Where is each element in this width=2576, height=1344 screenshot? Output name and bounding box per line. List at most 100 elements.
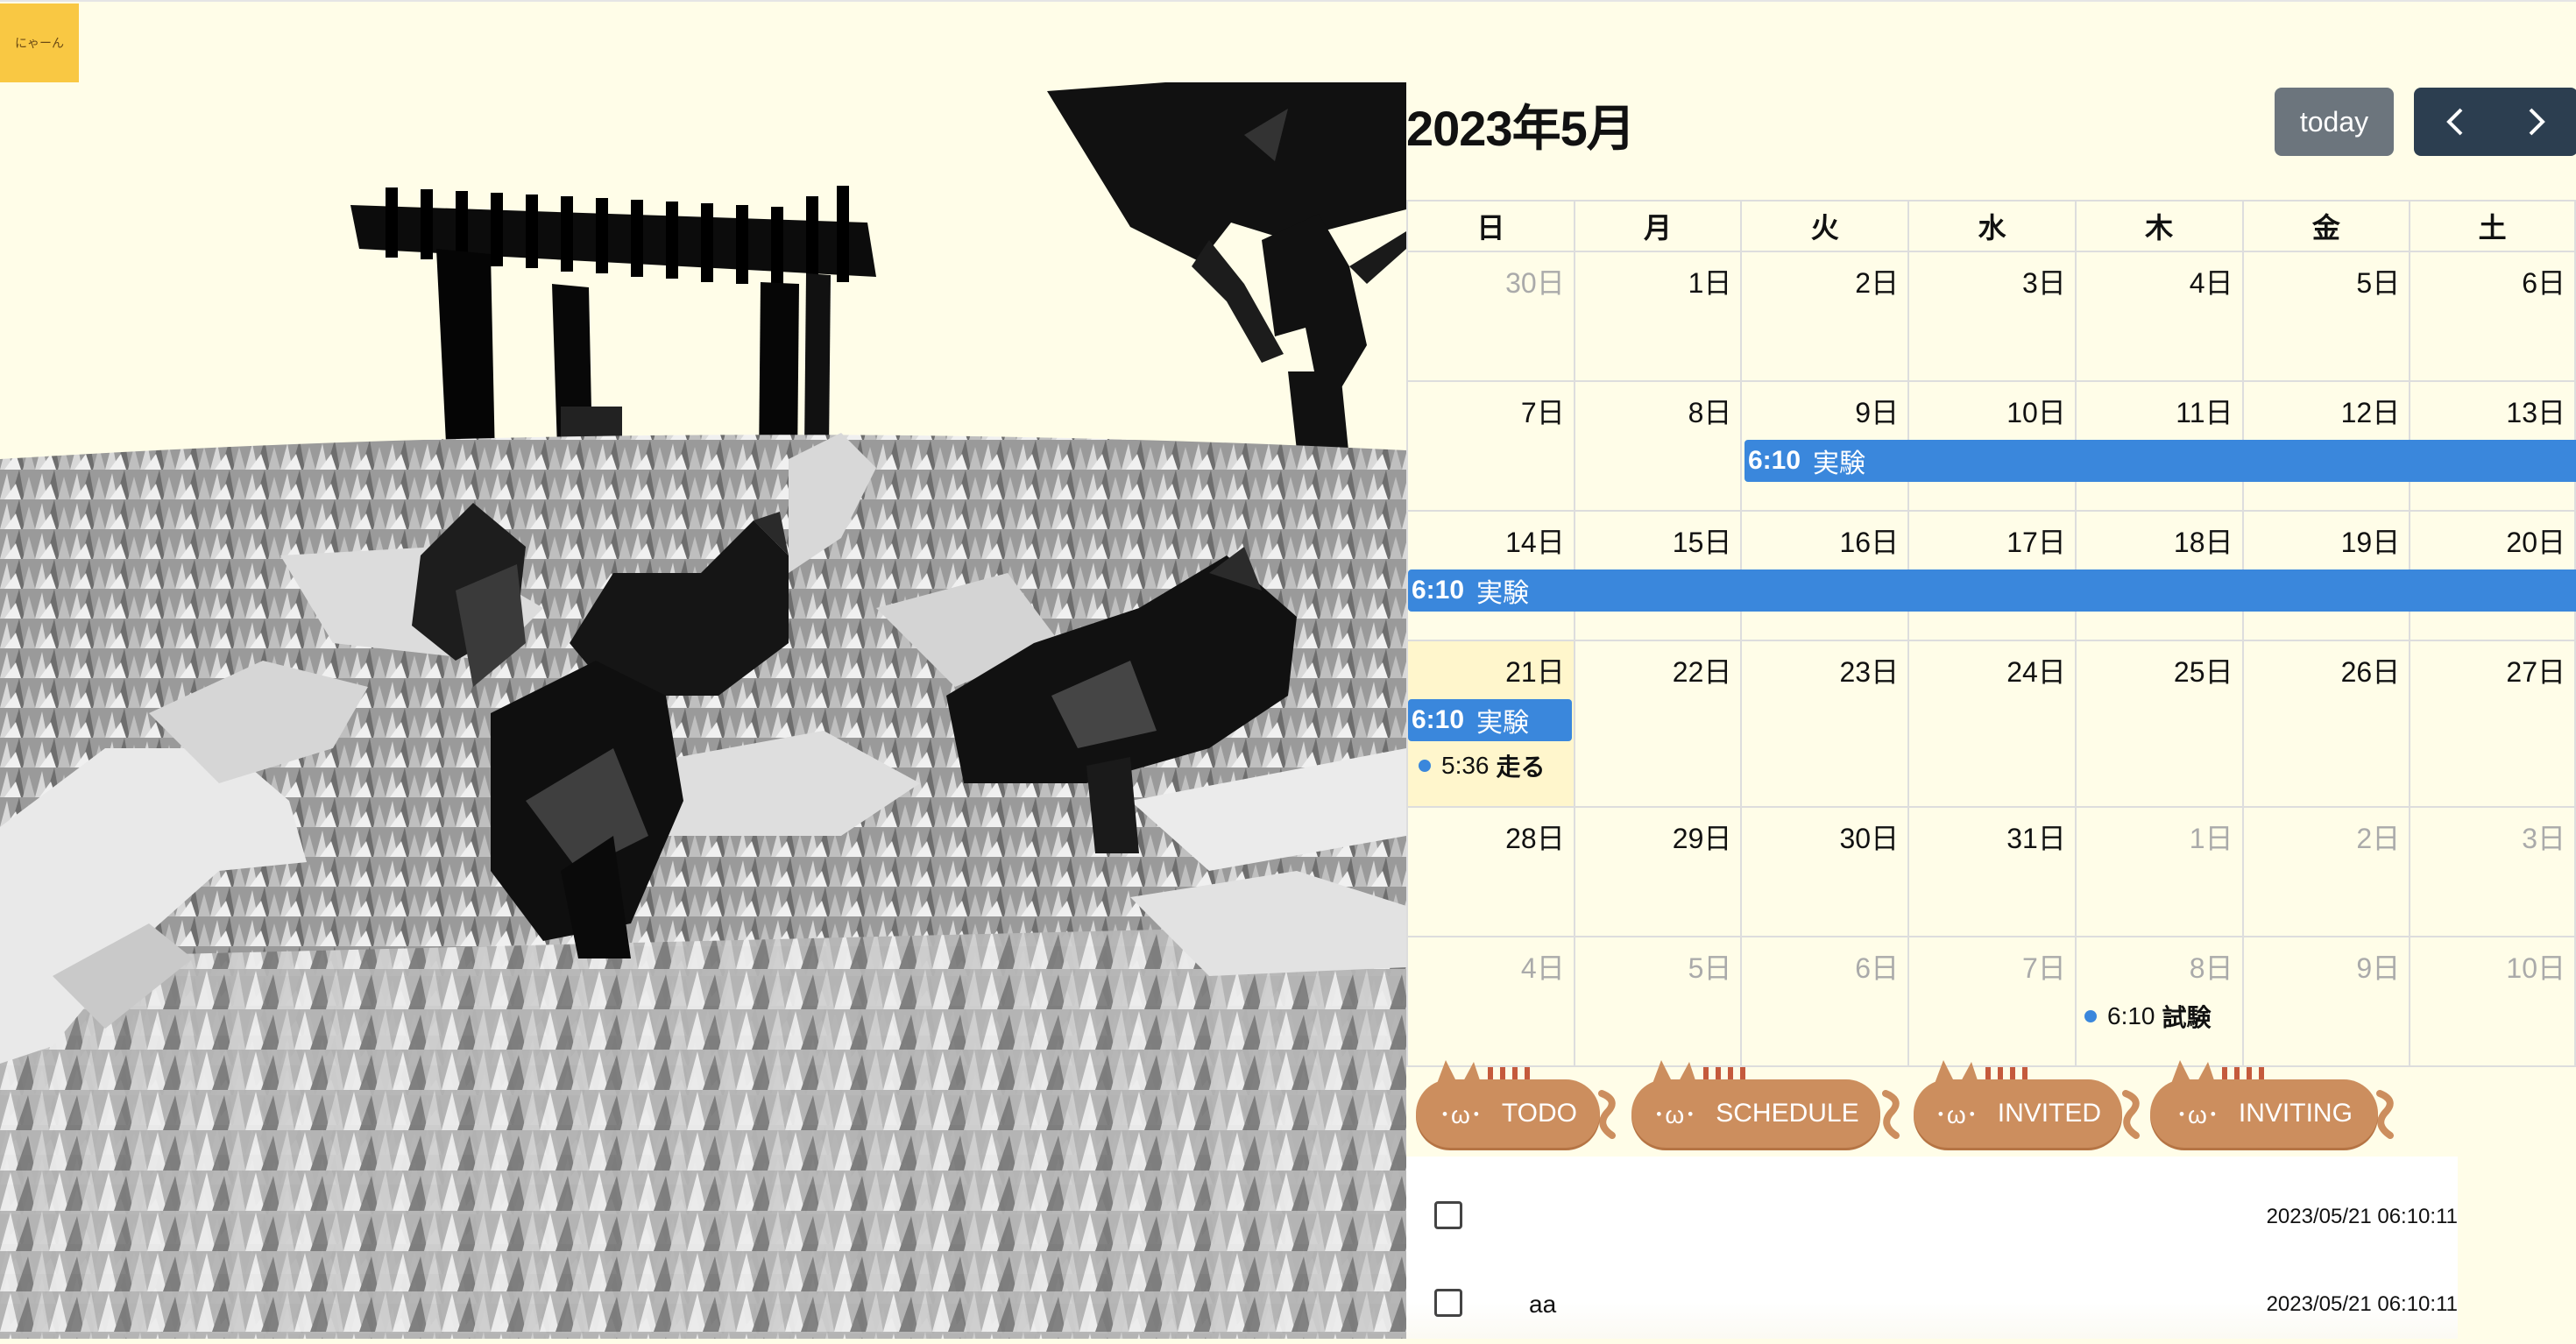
day-cell[interactable]: 31日 [1908, 807, 2076, 937]
day-number: 28日 [1408, 808, 1574, 857]
event-time: 5:36 [1441, 752, 1490, 780]
day-number: 2日 [1742, 252, 1907, 301]
day-cell[interactable]: 1日 [1575, 251, 1742, 381]
event-bar[interactable]: 6:10 実験 [1408, 569, 2576, 612]
3d-cat-scene[interactable] [0, 82, 1406, 1339]
event-time: 6:10 [1748, 446, 1801, 476]
day-number: 10日 [1909, 382, 2075, 431]
day-number: 11日 [2077, 382, 2242, 431]
day-cell[interactable]: 7日 [1407, 381, 1575, 511]
day-cell[interactable]: 7日 [1908, 937, 2076, 1066]
tab-label: INVITING [2239, 1099, 2353, 1128]
day-cell[interactable]: 10日 [2410, 937, 2575, 1066]
todo-checkbox[interactable] [1434, 1289, 1462, 1317]
day-number: 30日 [1742, 808, 1907, 857]
logo-button[interactable]: にゃーん [0, 4, 79, 82]
day-cell[interactable]: 4日 [2076, 251, 2243, 381]
day-cell[interactable]: 27日 [2410, 640, 2575, 807]
day-number: 29日 [1575, 808, 1741, 857]
weekday-header: 日 [1407, 201, 1575, 251]
next-month-button[interactable] [2496, 88, 2576, 156]
day-number: 27日 [2410, 641, 2574, 690]
day-cell[interactable]: 28日 [1407, 807, 1575, 937]
calendar-nav [2414, 88, 2576, 156]
event-bar[interactable]: 6:10 実験 [1744, 440, 2576, 482]
tab-inviting[interactable]: ･ω･ INVITING [2150, 1079, 2399, 1148]
weekday-header: 月 [1575, 201, 1742, 251]
day-number: 16日 [1742, 512, 1907, 561]
day-number: 4日 [2077, 252, 2242, 301]
weekday-header: 水 [1908, 201, 2076, 251]
day-cell[interactable]: 25日 [2076, 640, 2243, 807]
weekday-header: 火 [1741, 201, 1908, 251]
day-number: 20日 [2410, 512, 2574, 561]
day-cell[interactable]: 6日 [1741, 937, 1908, 1066]
day-number: 9日 [2244, 937, 2410, 987]
day-cell[interactable]: 23日 [1741, 640, 1908, 807]
day-number: 31日 [1909, 808, 2075, 857]
day-number: 1日 [2077, 808, 2242, 857]
weekday-header: 金 [2243, 201, 2410, 251]
tab-schedule[interactable]: ･ω･ SCHEDULE [1631, 1079, 1903, 1148]
day-cell[interactable]: 2日 [2243, 807, 2410, 937]
day-cell[interactable]: 6日 [2410, 251, 2575, 381]
day-cell[interactable]: 3日 [2410, 807, 2575, 937]
todo-date: 2023/05/21 06:10:11 [2267, 1205, 2458, 1229]
day-cell[interactable]: 30日 [1741, 807, 1908, 937]
day-number: 17日 [1909, 512, 2075, 561]
day-number: 1日 [1575, 252, 1741, 301]
event-dot-icon [1419, 760, 1431, 772]
event-time: 6:10 [2107, 1002, 2155, 1030]
tab-todo[interactable]: ･ω･ TODO [1416, 1079, 1619, 1148]
day-cell[interactable]: 22日 [1575, 640, 1742, 807]
day-cell[interactable]: 30日 [1407, 251, 1575, 381]
cat-face: ･ω･ [1652, 1096, 1696, 1131]
tab-label: TODO [1502, 1099, 1577, 1128]
event-dot-item[interactable]: 5:36 走る [1419, 748, 1546, 783]
day-number: 6日 [1742, 937, 1907, 987]
tab-body: ･ω･ TODO [1416, 1079, 1600, 1148]
day-cell[interactable]: 1日 [2076, 807, 2243, 937]
day-number: 5日 [1575, 937, 1741, 987]
event-bar[interactable]: 6:10 実験 [1408, 699, 1572, 741]
cat-face: ･ω･ [1935, 1096, 1978, 1131]
day-cell[interactable]: 8日 [1575, 381, 1742, 511]
day-cell[interactable]: 3日 [1908, 251, 2076, 381]
day-number: 15日 [1575, 512, 1741, 561]
day-cell[interactable]: 2日 [1741, 251, 1908, 381]
event-time: 6:10 [1412, 576, 1464, 605]
day-cell[interactable]: 4日 [1407, 937, 1575, 1066]
day-number: 4日 [1408, 937, 1574, 987]
today-button[interactable]: today [2275, 88, 2394, 156]
event-title: 試験 [2162, 999, 2212, 1034]
day-number: 3日 [1909, 252, 2075, 301]
day-number: 7日 [1408, 382, 1574, 431]
todo-checkbox[interactable] [1434, 1201, 1462, 1229]
day-cell[interactable]: 5日 [1575, 937, 1742, 1066]
todo-text: aa [1529, 1291, 1556, 1319]
day-cell[interactable]: 29日 [1575, 807, 1742, 937]
day-number: 12日 [2244, 382, 2410, 431]
day-number: 23日 [1742, 641, 1907, 690]
cat-face: ･ω･ [1439, 1096, 1483, 1131]
day-number: 13日 [2410, 382, 2574, 431]
day-cell[interactable]: 9日 [2243, 937, 2410, 1066]
week-row: 21日 22日 23日 24日 25日 26日 27日 [1407, 640, 2575, 807]
day-cell[interactable]: 24日 [1908, 640, 2076, 807]
tab-invited[interactable]: ･ω･ INVITED [1914, 1079, 2143, 1148]
todo-item: 2023/05/21 06:10:11 [1406, 1178, 2458, 1256]
day-cell[interactable]: 26日 [2243, 640, 2410, 807]
weekday-header: 木 [2076, 201, 2243, 251]
todo-list: 2023/05/21 06:10:11 aa 2023/05/21 06:10:… [1406, 1157, 2458, 1339]
event-title: 走る [1497, 748, 1546, 783]
event-time: 6:10 [1412, 705, 1464, 735]
day-number: 26日 [2244, 641, 2410, 690]
day-cell[interactable]: 5日 [2243, 251, 2410, 381]
event-dot-item[interactable]: 6:10 試験 [2084, 999, 2212, 1034]
day-number: 21日 [1408, 641, 1574, 690]
month-grid: 日 月 火 水 木 金 土 30日 1日 2日 3日 4日 5日 6日 7日 8… [1406, 200, 2576, 1067]
prev-month-button[interactable] [2414, 88, 2496, 156]
tab-body: ･ω･ INVITED [1914, 1079, 2122, 1148]
tab-body: ･ω･ INVITING [2150, 1079, 2378, 1148]
day-number: 24日 [1909, 641, 2075, 690]
